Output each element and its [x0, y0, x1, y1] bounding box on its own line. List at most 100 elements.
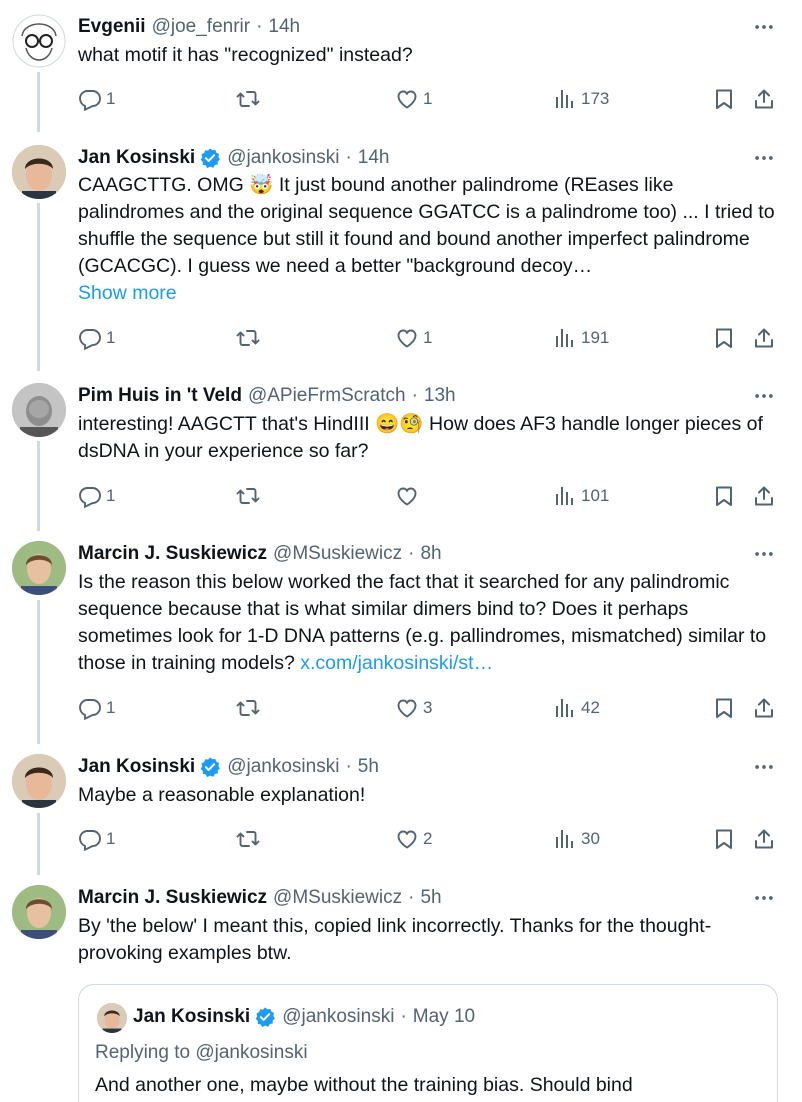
- quoted-tweet[interactable]: Jan Kosinski @jankosinski · May 10 Reply…: [78, 984, 778, 1102]
- tweet[interactable]: Evgenii @joe_fenrir · 14h what motif it …: [0, 14, 802, 124]
- reply-button[interactable]: 1: [78, 695, 115, 721]
- user-handle[interactable]: @MSuskiewicz: [273, 541, 402, 567]
- more-dots-icon[interactable]: [752, 543, 776, 565]
- bookmark-button[interactable]: [712, 826, 736, 852]
- like-button[interactable]: [395, 483, 423, 509]
- more-dots-icon[interactable]: [752, 385, 776, 407]
- tweet-text: CAAGCTTG. OMG 🤯 It just bound another pa…: [78, 174, 780, 277]
- display-name[interactable]: Evgenii: [78, 14, 146, 40]
- more-dots-icon[interactable]: [752, 887, 776, 909]
- tweet[interactable]: Pim Huis in 't Veld @APieFrmScratch · 13…: [0, 383, 802, 513]
- views-count: 30: [581, 829, 600, 848]
- timestamp[interactable]: May 10: [413, 1003, 475, 1031]
- avatar[interactable]: [12, 383, 66, 437]
- reply-icon: [78, 696, 102, 720]
- tweet[interactable]: Marcin J. Suskiewicz @MSuskiewicz · 8h I…: [0, 541, 802, 726]
- reply-button[interactable]: 1: [78, 86, 115, 112]
- reply-count: 1: [106, 89, 116, 108]
- avatar-image: [12, 754, 66, 808]
- avatar[interactable]: [12, 14, 66, 68]
- views-button[interactable]: 42: [553, 695, 600, 721]
- like-button[interactable]: 1: [395, 325, 432, 351]
- user-handle[interactable]: @joe_fenrir: [152, 14, 251, 40]
- avatar[interactable]: [12, 145, 66, 199]
- verified-badge-icon: [199, 756, 221, 778]
- share-button[interactable]: [752, 483, 776, 509]
- display-name[interactable]: Marcin J. Suskiewicz: [78, 885, 267, 911]
- like-button[interactable]: 2: [395, 826, 432, 852]
- more-dots-icon[interactable]: [752, 147, 776, 169]
- views-button[interactable]: 30: [553, 826, 600, 852]
- heart-icon: [395, 326, 419, 350]
- views-button[interactable]: 173: [553, 86, 609, 112]
- more-dots-icon[interactable]: [752, 16, 776, 38]
- display-name[interactable]: Marcin J. Suskiewicz: [78, 541, 267, 567]
- share-button[interactable]: [752, 325, 776, 351]
- share-icon: [752, 484, 776, 508]
- user-handle[interactable]: @APieFrmScratch: [248, 383, 406, 409]
- more-dots-icon[interactable]: [752, 756, 776, 778]
- tweet-link[interactable]: x.com/jankosinski/st…: [300, 652, 493, 674]
- views-icon: [553, 696, 577, 720]
- avatar-image: [12, 14, 66, 68]
- like-button[interactable]: 3: [395, 695, 432, 721]
- timestamp[interactable]: 8h: [420, 541, 441, 567]
- views-count: 101: [581, 486, 610, 505]
- share-button[interactable]: [752, 826, 776, 852]
- tweet-text: Is the reason this below worked the fact…: [78, 569, 778, 677]
- reply-count: 1: [106, 698, 116, 717]
- bookmark-button[interactable]: [712, 483, 736, 509]
- repost-button[interactable]: [236, 325, 264, 351]
- repost-button[interactable]: [236, 826, 264, 852]
- repost-button[interactable]: [236, 86, 264, 112]
- display-name[interactable]: Jan Kosinski: [133, 1003, 250, 1031]
- reply-count: 1: [106, 486, 116, 505]
- avatar-image: [12, 383, 66, 437]
- show-more-link[interactable]: Show more: [78, 280, 778, 307]
- repost-button[interactable]: [236, 483, 264, 509]
- user-handle[interactable]: @jankosinski: [282, 1003, 394, 1031]
- repost-button[interactable]: [236, 695, 264, 721]
- separator-dot: ·: [400, 1006, 407, 1027]
- user-handle[interactable]: @MSuskiewicz: [273, 885, 402, 911]
- timestamp[interactable]: 5h: [420, 885, 441, 911]
- bookmark-button[interactable]: [712, 86, 736, 112]
- user-handle[interactable]: @jankosinski: [227, 145, 339, 171]
- tweet[interactable]: Jan Kosinski @jankosinski · 14h CAAGCTTG…: [0, 145, 802, 360]
- bookmark-button[interactable]: [712, 325, 736, 351]
- bookmark-icon: [712, 326, 736, 350]
- user-handle[interactable]: @jankosinski: [227, 754, 339, 780]
- share-button[interactable]: [752, 695, 776, 721]
- bookmark-button[interactable]: [712, 695, 736, 721]
- views-button[interactable]: 191: [553, 325, 609, 351]
- avatar[interactable]: [12, 885, 66, 939]
- display-name[interactable]: Jan Kosinski: [78, 145, 195, 171]
- timestamp[interactable]: 13h: [424, 383, 456, 409]
- bookmark-icon: [712, 484, 736, 508]
- reply-button[interactable]: 1: [78, 325, 115, 351]
- separator-dot: ·: [411, 385, 418, 406]
- heart-icon: [395, 87, 419, 111]
- timestamp[interactable]: 5h: [358, 754, 379, 780]
- avatar[interactable]: [97, 1003, 127, 1033]
- avatar[interactable]: [12, 541, 66, 595]
- display-name[interactable]: Jan Kosinski: [78, 754, 195, 780]
- heart-icon: [395, 827, 419, 851]
- reply-button[interactable]: 1: [78, 483, 115, 509]
- like-button[interactable]: 1: [395, 86, 432, 112]
- views-count: 42: [581, 698, 600, 717]
- quoted-tweet-header: Jan Kosinski @jankosinski · May 10: [133, 1003, 475, 1031]
- tweet-header: Marcin J. Suskiewicz @MSuskiewicz · 5h: [78, 885, 442, 911]
- like-count: 1: [423, 328, 433, 347]
- display-name[interactable]: Pim Huis in 't Veld: [78, 383, 242, 409]
- timestamp[interactable]: 14h: [358, 145, 390, 171]
- timestamp[interactable]: 14h: [268, 14, 300, 40]
- views-button[interactable]: 101: [553, 483, 609, 509]
- avatar[interactable]: [12, 754, 66, 808]
- repost-icon: [236, 326, 260, 350]
- separator-dot: ·: [256, 16, 263, 37]
- share-button[interactable]: [752, 86, 776, 112]
- tweet[interactable]: Jan Kosinski @jankosinski · 5h Maybe a r…: [0, 754, 802, 854]
- reply-button[interactable]: 1: [78, 826, 115, 852]
- bookmark-icon: [712, 696, 736, 720]
